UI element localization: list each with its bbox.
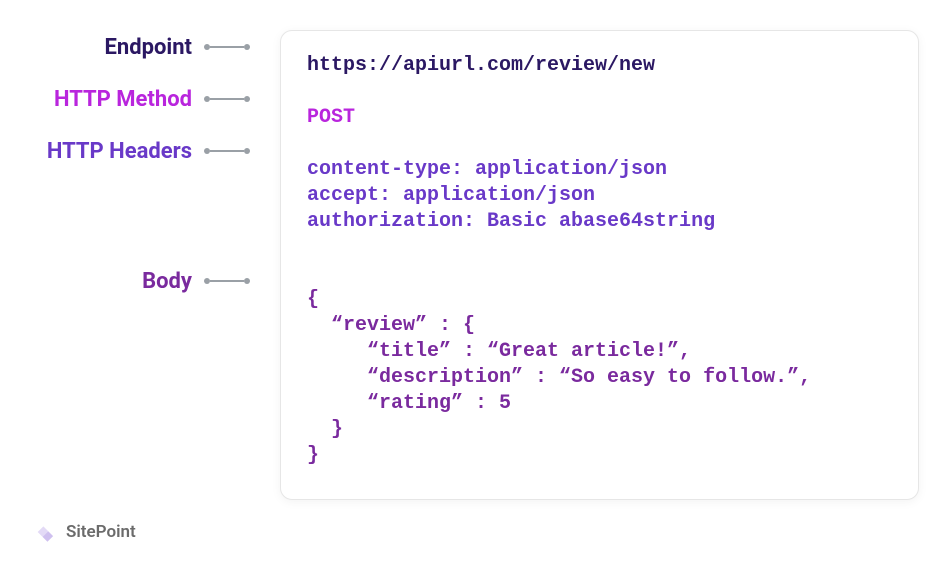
brand-logo: SitePoint — [32, 519, 136, 545]
request-body-line: “rating” : 5 — [307, 391, 892, 417]
request-body-line: “description” : “So easy to follow.”, — [307, 365, 892, 391]
request-body-line: } — [307, 417, 892, 443]
label-row-method: HTTP Method — [40, 86, 250, 112]
http-request-diagram: Endpoint HTTP Method HTTP Headers Body — [0, 0, 939, 500]
request-method: POST — [307, 105, 892, 131]
label-column: Endpoint HTTP Method HTTP Headers Body — [40, 30, 250, 294]
request-body-line: “title” : “Great article!”, — [307, 339, 892, 365]
label-headers: HTTP Headers — [47, 139, 192, 164]
request-body-line: } — [307, 443, 892, 469]
label-method: HTTP Method — [54, 87, 192, 112]
label-body: Body — [142, 269, 192, 294]
request-header-1: content-type: application/json — [307, 157, 892, 183]
label-endpoint: Endpoint — [105, 35, 192, 60]
request-body-line: { — [307, 287, 892, 313]
request-body-line: “review” : { — [307, 313, 892, 339]
connector-icon — [204, 44, 250, 50]
connector-icon — [204, 96, 250, 102]
request-url: https://apiurl.com/review/new — [307, 53, 892, 79]
request-header-3: authorization: Basic abase64string — [307, 209, 892, 235]
label-row-body: Body — [40, 268, 250, 294]
sitepoint-icon — [32, 519, 58, 545]
label-row-headers: HTTP Headers — [40, 138, 250, 164]
request-header-2: accept: application/json — [307, 183, 892, 209]
label-row-endpoint: Endpoint — [40, 34, 250, 60]
connector-icon — [204, 278, 250, 284]
request-panel: https://apiurl.com/review/new POST conte… — [280, 30, 919, 500]
connector-icon — [204, 148, 250, 154]
brand-name: SitePoint — [66, 522, 136, 542]
